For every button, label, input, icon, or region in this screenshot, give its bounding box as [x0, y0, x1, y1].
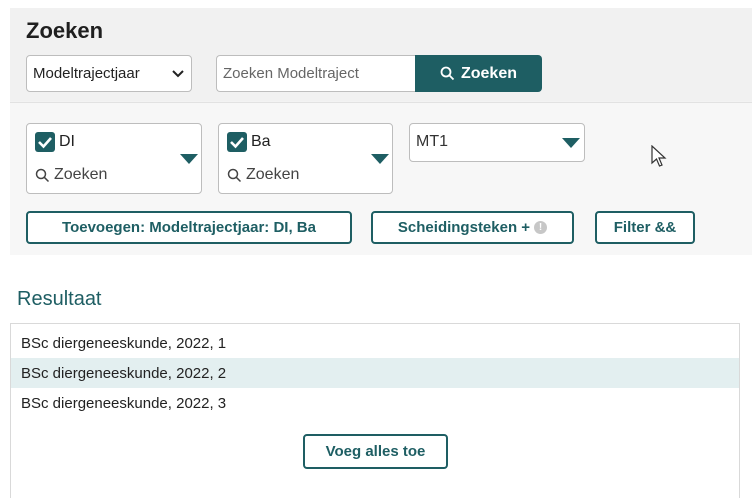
search-button-label: Zoeken — [460, 64, 517, 82]
list-item[interactable]: BSc diergeneeskunde, 2022, 1 — [11, 328, 739, 358]
add-filter-label: Toevoegen: Modeltrajectjaar: DI, Ba — [62, 219, 316, 236]
results-title: Resultaat — [17, 288, 102, 310]
add-filter-button[interactable]: Toevoegen: Modeltrajectjaar: DI, Ba — [26, 211, 352, 244]
filter-label-mt1: MT1 — [416, 133, 448, 150]
search-icon — [35, 168, 50, 182]
chevron-down-icon — [172, 69, 184, 77]
filter-dropdown-di[interactable]: DI Zoeken — [26, 123, 202, 194]
list-item[interactable]: BSc diergeneeskunde, 2022, 2 — [11, 358, 739, 388]
filter-label-ba: Ba — [251, 133, 271, 150]
results-list: BSc diergeneeskunde, 2022, 1 BSc diergen… — [10, 323, 740, 498]
check-icon — [38, 137, 52, 149]
list-item-label: BSc diergeneeskunde, 2022, 2 — [21, 364, 227, 382]
filter-search-di[interactable]: Zoeken — [35, 166, 107, 184]
search-input-placeholder: Zoeken Modeltraject — [223, 65, 359, 82]
separator-label: Scheidingsteken + — [397, 219, 531, 236]
caret-down-icon[interactable] — [562, 138, 580, 148]
filter-search-ba[interactable]: Zoeken — [227, 166, 299, 184]
search-icon — [440, 66, 455, 81]
add-all-button[interactable]: Voeg alles toe — [303, 434, 448, 469]
checkbox-ba[interactable] — [227, 132, 247, 152]
field-select[interactable]: Modeltrajectjaar — [26, 55, 192, 92]
list-item[interactable]: BSc diergeneeskunde, 2022, 3 — [11, 388, 739, 418]
filter-dropdown-mt1[interactable]: MT1 — [409, 123, 585, 162]
caret-down-icon[interactable] — [371, 154, 389, 164]
caret-down-icon[interactable] — [180, 154, 198, 164]
checkbox-di[interactable] — [35, 132, 55, 152]
info-icon: ! — [534, 221, 548, 234]
search-icon — [227, 168, 242, 182]
filter-and-label: Filter && — [613, 219, 677, 236]
search-title: Zoeken — [26, 18, 104, 43]
filter-and-button[interactable]: Filter && — [595, 211, 695, 244]
search-input[interactable]: Zoeken Modeltraject — [216, 55, 416, 92]
mouse-cursor-icon — [651, 145, 667, 167]
filter-search-label: Zoeken — [246, 166, 300, 183]
check-icon — [230, 137, 244, 149]
separator-button[interactable]: Scheidingsteken + ! — [371, 211, 574, 244]
filter-dropdown-ba[interactable]: Ba Zoeken — [218, 123, 393, 194]
filter-search-label: Zoeken — [54, 166, 108, 183]
list-item-label: BSc diergeneeskunde, 2022, 1 — [21, 334, 227, 352]
list-item-label: BSc diergeneeskunde, 2022, 3 — [21, 394, 227, 412]
filter-label-di: DI — [59, 133, 75, 150]
search-button[interactable]: Zoeken — [415, 55, 542, 92]
add-all-label: Voeg alles toe — [325, 443, 426, 460]
field-select-value: Modeltrajectjaar — [33, 65, 140, 82]
